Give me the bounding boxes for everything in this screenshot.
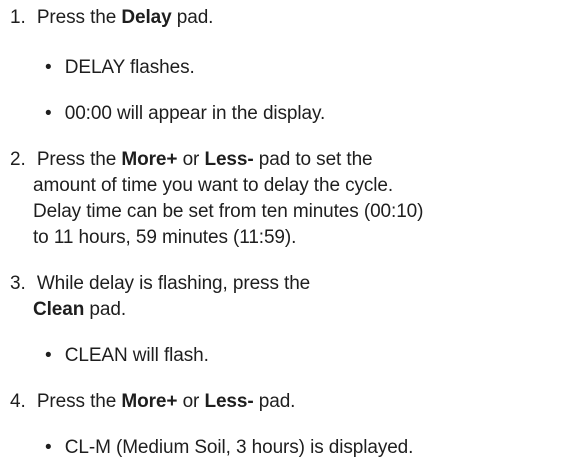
step-text: pad.	[171, 7, 214, 28]
step-text: or	[177, 149, 205, 170]
delay-pad-label: Delay	[121, 7, 172, 28]
step-1: 1. Press the Delay pad.	[10, 6, 213, 30]
step-2: 2. Press the More+ or Less- pad to set t…	[10, 148, 373, 172]
instruction-document: To Set a Delayed Clean Cycle with 1. Pre…	[0, 0, 574, 465]
step-number: 3.	[10, 273, 26, 294]
step-text: Press the	[36, 7, 122, 28]
step-2-continuation: Delay time can be set from ten minutes (…	[33, 200, 423, 224]
bullet-text: 00:00 will appear in the display.	[64, 103, 326, 124]
more-pad-label: More+	[121, 391, 178, 412]
step-number: 2.	[10, 149, 26, 170]
step-2-continuation: to 11 hours, 59 minutes (11:59).	[33, 226, 296, 250]
step-text: pad.	[253, 391, 296, 412]
bullet-item: • 00:00 will appear in the display.	[45, 102, 325, 126]
bullet-text: DELAY flashes.	[64, 57, 195, 78]
step-text: amount of time you want to delay the cyc…	[33, 175, 394, 196]
step-text: While delay is flashing, press the	[36, 273, 311, 294]
step-4: 4. Press the More+ or Less- pad.	[10, 390, 295, 414]
step-text: Delay time can be set from ten minutes (…	[33, 201, 424, 222]
bullet-glyph: •	[45, 437, 52, 458]
step-number: 1.	[10, 7, 26, 28]
step-3: 3. While delay is flashing, press the	[10, 272, 310, 296]
bullet-item: • CL-M (Medium Soil, 3 hours) is display…	[45, 436, 413, 460]
step-text: pad to set the	[253, 149, 373, 170]
bullet-item: • DELAY flashes.	[45, 56, 195, 80]
step-text: Press the	[36, 391, 122, 412]
step-2-continuation: amount of time you want to delay the cyc…	[33, 174, 393, 198]
step-text: Press the	[36, 149, 122, 170]
bullet-glyph: •	[45, 57, 52, 78]
step-text: to 11 hours, 59 minutes (11:59).	[33, 227, 297, 248]
step-text: pad.	[84, 299, 127, 320]
bullet-glyph: •	[45, 103, 52, 124]
less-pad-label: Less-	[204, 149, 254, 170]
step-number: 4.	[10, 391, 26, 412]
more-pad-label: More+	[121, 149, 178, 170]
step-3-continuation: Clean pad.	[33, 298, 126, 322]
bullet-text: CLEAN will flash.	[64, 345, 209, 366]
bullet-text: CL-M (Medium Soil, 3 hours) is displayed…	[64, 437, 414, 458]
step-text: or	[177, 391, 205, 412]
clean-pad-label: Clean	[33, 299, 85, 320]
bullet-item: • CLEAN will flash.	[45, 344, 209, 368]
bullet-glyph: •	[45, 345, 52, 366]
less-pad-label: Less-	[204, 391, 254, 412]
